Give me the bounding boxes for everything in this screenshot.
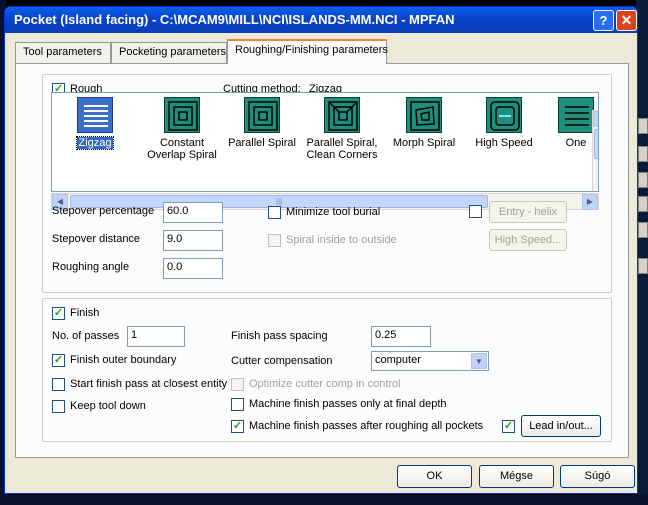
rough-group: ✓ Rough Cutting method: Zigzag Zigzag Co… — [42, 74, 612, 293]
high-speed-icon — [486, 97, 522, 133]
high-speed-button[interactable]: High Speed... — [489, 229, 567, 251]
cutter-compensation-label: Cutter compensation — [231, 355, 333, 367]
zigzag-icon — [77, 97, 113, 133]
entry-helix-checkbox[interactable] — [469, 205, 482, 218]
method-name: Parallel Spiral, — [306, 137, 378, 149]
scroll-right-icon[interactable]: ▶ — [582, 194, 598, 210]
spiral-inside-outside-checkbox — [268, 234, 281, 247]
cutting-method-list: Zigzag Constant Overlap Spiral Parallel … — [51, 92, 599, 192]
roughing-angle-input[interactable]: 0.0 — [163, 258, 223, 279]
stepover-distance-input[interactable]: 9.0 — [163, 230, 223, 251]
finish-pass-spacing-input[interactable]: 0.25 — [371, 326, 431, 347]
chevron-down-icon[interactable]: ▼ — [471, 353, 487, 369]
background-toolbar-item — [638, 222, 648, 238]
tab-pocketing-parameters[interactable]: Pocketing parameters — [111, 42, 227, 63]
lead-in-out-button[interactable]: Lead in/out... — [521, 415, 601, 437]
pocket-dialog: Pocket (Island facing) - C:\MCAM9\MILL\N… — [4, 6, 638, 494]
optimize-comp-label: Optimize cutter comp in control — [249, 378, 401, 390]
method-name: Constant — [159, 137, 205, 149]
cad-background-bottom — [0, 495, 648, 505]
method-list-vertical-scrollbar[interactable]: ▲ ▼ — [592, 110, 598, 191]
finish-outer-boundary-checkbox[interactable]: ✓ — [52, 354, 65, 367]
close-button[interactable]: ✕ — [616, 10, 637, 31]
method-parallel-spiral[interactable]: Parallel Spiral — [224, 97, 300, 149]
entry-helix-button[interactable]: Entry - helix — [489, 201, 567, 223]
method-name-line2: Overlap Spiral — [147, 149, 217, 161]
after-roughing-checkbox[interactable]: ✓ — [231, 420, 244, 433]
lead-in-out-checkbox[interactable]: ✓ — [502, 420, 515, 433]
title-bar[interactable]: Pocket (Island facing) - C:\MCAM9\MILL\N… — [5, 7, 637, 33]
constant-overlap-spiral-icon — [164, 97, 200, 133]
one-way-icon — [558, 97, 594, 133]
final-depth-label: Machine finish passes only at final dept… — [249, 398, 447, 410]
background-toolbar-item — [638, 146, 648, 162]
window-title: Pocket (Island facing) - C:\MCAM9\MILL\N… — [14, 12, 455, 27]
vertical-scroll-thumb[interactable] — [594, 129, 598, 159]
stepover-percentage-label: Stepover percentage — [52, 205, 155, 217]
background-toolbar-item — [638, 172, 648, 188]
tab-tool-parameters[interactable]: Tool parameters — [15, 42, 111, 63]
method-zigzag[interactable]: Zigzag — [60, 97, 130, 150]
finish-passes-input[interactable]: 1 — [127, 326, 185, 347]
background-toolbar-item — [638, 258, 648, 274]
ok-button[interactable]: OK — [397, 465, 472, 488]
cutter-compensation-value: computer — [375, 354, 421, 366]
method-high-speed[interactable]: High Speed — [466, 97, 542, 149]
help-title-button[interactable]: ? — [593, 10, 614, 31]
finish-group: ✓ Finish No. of passes 1 Finish pass spa… — [42, 298, 612, 442]
minimize-tool-burial-label: Minimize tool burial — [286, 206, 381, 218]
start-closest-label: Start finish pass at closest entity — [70, 378, 228, 390]
method-name: High Speed — [475, 137, 533, 149]
parallel-spiral-clean-corners-icon — [324, 97, 360, 133]
after-roughing-label: Machine finish passes after roughing all… — [249, 420, 484, 432]
method-morph-spiral[interactable]: Morph Spiral — [386, 97, 462, 149]
method-parallel-spiral-clean-corners[interactable]: Parallel Spiral, Clean Corners — [302, 97, 382, 161]
tab-roughing-finishing[interactable]: Roughing/Finishing parameters — [227, 39, 388, 64]
morph-spiral-icon — [406, 97, 442, 133]
roughing-angle-label: Roughing angle — [52, 261, 130, 273]
minimize-tool-burial-checkbox[interactable] — [268, 206, 281, 219]
background-toolbar-item — [638, 118, 648, 134]
keep-tool-down-checkbox[interactable] — [52, 400, 65, 413]
finish-label: Finish — [70, 307, 100, 319]
stepover-percentage-input[interactable]: 60.0 — [163, 202, 223, 223]
finish-outer-boundary-label: Finish outer boundary — [70, 354, 177, 366]
parallel-spiral-icon — [244, 97, 280, 133]
cancel-button[interactable]: Mégse — [479, 465, 554, 488]
method-name: Morph Spiral — [392, 137, 456, 149]
background-toolbar-item — [638, 196, 648, 212]
finish-passes-label: No. of passes — [52, 330, 120, 342]
keep-tool-down-label: Keep tool down — [70, 400, 146, 412]
tab-panel: ✓ Rough Cutting method: Zigzag Zigzag Co… — [15, 63, 629, 458]
scroll-up-icon[interactable]: ▲ — [593, 111, 598, 127]
stepover-distance-label: Stepover distance — [52, 233, 141, 245]
cutter-compensation-select[interactable]: computer ▼ — [371, 351, 489, 371]
spiral-inside-outside-label: Spiral inside to outside — [286, 234, 397, 246]
method-name: One — [565, 137, 587, 149]
finish-checkbox[interactable]: ✓ — [52, 307, 65, 320]
method-name: Zigzag — [76, 136, 114, 150]
start-closest-checkbox[interactable] — [52, 378, 65, 391]
method-name-line2: Clean Corners — [306, 149, 378, 161]
finish-pass-spacing-label: Finish pass spacing — [231, 330, 328, 342]
method-name: Parallel Spiral — [228, 137, 296, 149]
help-button[interactable]: Súgó — [560, 465, 635, 488]
optimize-comp-checkbox — [231, 378, 244, 391]
method-constant-overlap-spiral[interactable]: Constant Overlap Spiral — [142, 97, 222, 161]
final-depth-checkbox[interactable] — [231, 398, 244, 411]
